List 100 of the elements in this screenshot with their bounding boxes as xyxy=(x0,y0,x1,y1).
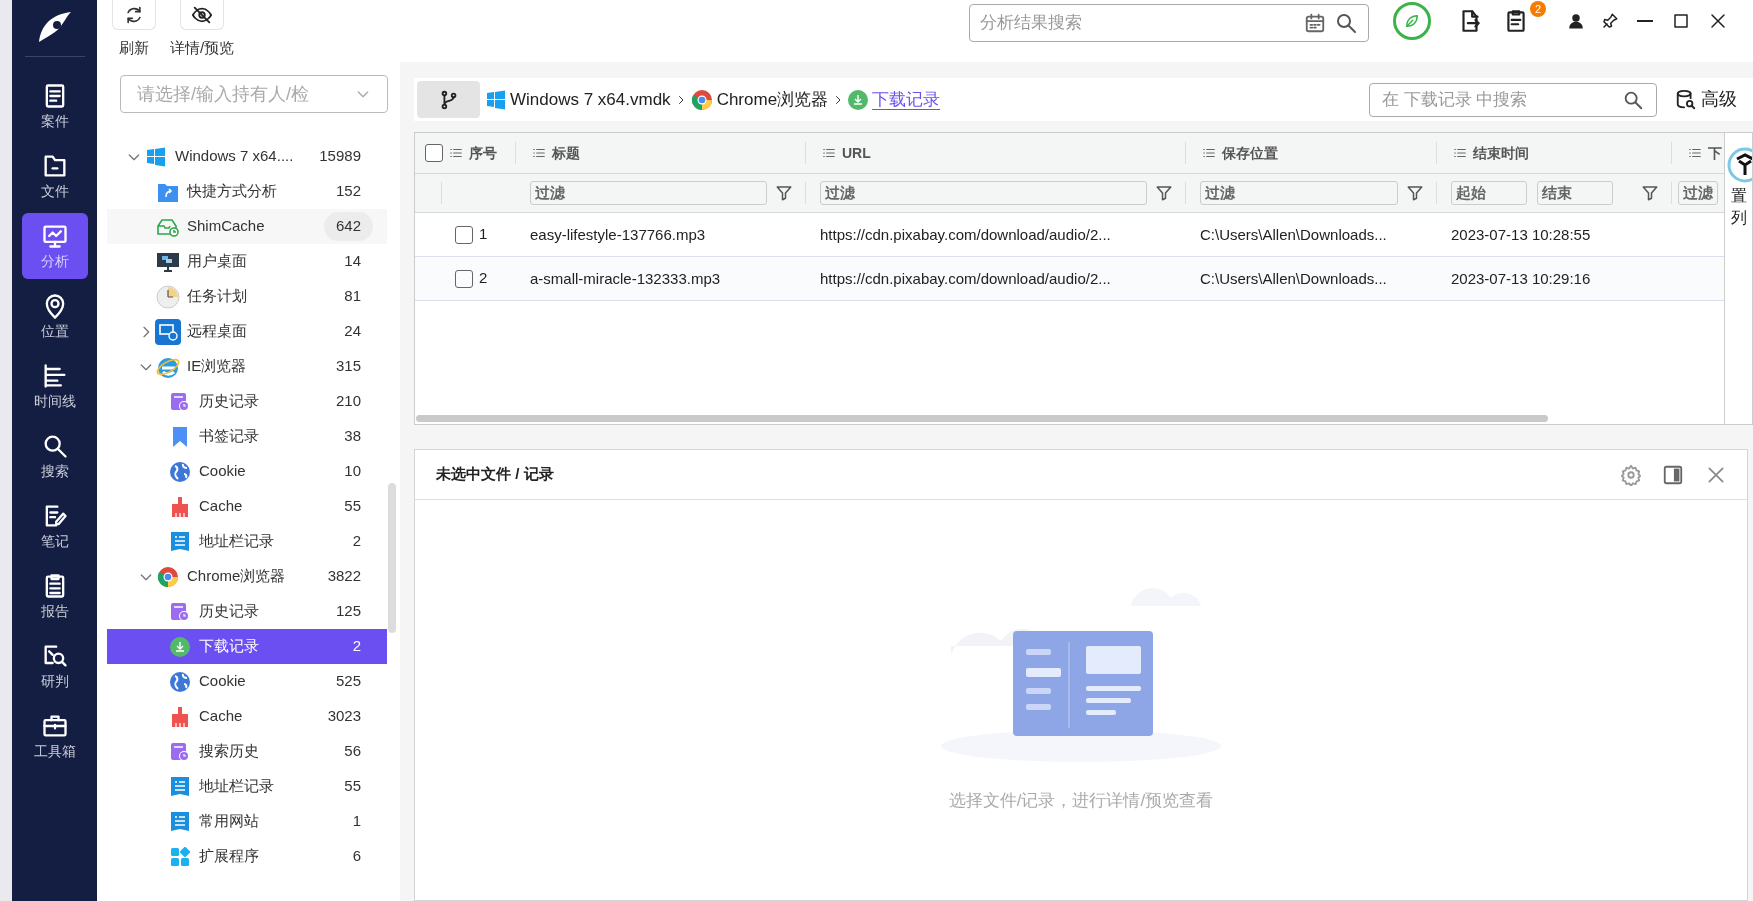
column-header[interactable]: 序号 xyxy=(449,142,497,164)
tree-item-count: 55 xyxy=(344,776,361,797)
tree-item[interactable]: Windows 7 x64.... 15989 xyxy=(107,139,387,174)
table-cell: 2023-07-13 10:28:55 xyxy=(1451,225,1591,243)
tree-item[interactable]: IE浏览器 315 xyxy=(107,349,387,384)
nav-item[interactable]: 文件 xyxy=(21,143,88,209)
filter-field[interactable]: 过滤 xyxy=(1678,181,1718,205)
select-all-checkbox[interactable] xyxy=(425,144,443,162)
nav-item[interactable]: 研判 xyxy=(21,633,88,699)
calendar-clock-icon xyxy=(170,601,190,622)
nav-item[interactable]: 笔记 xyxy=(21,493,88,559)
filter-field[interactable]: 起始 xyxy=(1451,181,1527,205)
list-icon xyxy=(1453,146,1467,160)
tree-item[interactable]: Cookie 10 xyxy=(107,454,387,489)
tree-item[interactable]: 快捷方式分析 152 xyxy=(107,174,387,209)
tree-item[interactable]: 任务计划 81 xyxy=(107,279,387,314)
column-header[interactable]: 标题 xyxy=(532,142,580,164)
tree-item[interactable]: ShimCache 642 xyxy=(107,209,387,244)
tree-item[interactable]: 搜索历史 56 xyxy=(107,734,387,769)
nav-item[interactable]: 位置 xyxy=(21,283,88,349)
leaf-button[interactable] xyxy=(1393,2,1431,40)
tree-item[interactable]: Cache 55 xyxy=(107,489,387,524)
horizontal-scrollbar[interactable] xyxy=(416,415,1548,422)
tree-item-count: 3023 xyxy=(327,706,361,727)
tree-item-label: 书签记录 xyxy=(199,426,259,447)
tree-item[interactable]: Cache 3023 xyxy=(107,699,387,734)
tree-item-count: 125 xyxy=(335,601,361,622)
nav-item[interactable]: 工具箱 xyxy=(21,703,88,769)
tree-item[interactable]: 历史记录 210 xyxy=(107,384,387,419)
download-icon xyxy=(170,636,190,657)
empty-state-text: 选择文件/记录，进行详情/预览查看 xyxy=(948,790,1214,812)
column-header[interactable]: 结束时间 xyxy=(1453,142,1529,164)
column-header[interactable]: 下 xyxy=(1688,142,1722,164)
table-row[interactable]: 2 a-small-miracle-132333.mp3 https://cdn.pixabay.com/download/audio/2... C:\Users\Allen\Downloads... 2023-07-13 10:29:16 xyxy=(415,257,1724,301)
tree-item[interactable]: 用户桌面 14 xyxy=(107,244,387,279)
globe-icon xyxy=(169,460,191,483)
breadcrumb-item[interactable]: Chrome浏览器 xyxy=(716,86,829,113)
broom-icon xyxy=(170,495,190,518)
minimize-icon xyxy=(1637,20,1653,22)
pin-button[interactable] xyxy=(1601,12,1619,30)
nav-item[interactable]: 时间线 xyxy=(21,353,88,419)
branch-button[interactable] xyxy=(417,81,480,118)
table-cell-text: 1 xyxy=(479,224,488,245)
clock-icon xyxy=(156,284,180,309)
tree-item-count: 10 xyxy=(344,461,361,482)
nav-item[interactable]: 分析 xyxy=(21,213,88,279)
column-settings-label[interactable]: 置列 xyxy=(1730,185,1747,229)
tree-item[interactable]: 扩展程序 6 xyxy=(107,839,387,874)
column-header[interactable]: 保存位置 xyxy=(1202,142,1278,164)
tree-item[interactable]: 远程桌面 24 xyxy=(107,314,387,349)
tree-item[interactable]: 地址栏记录 55 xyxy=(107,769,387,804)
tree-item[interactable]: Cookie 525 xyxy=(107,664,387,699)
settings-button[interactable] xyxy=(1620,463,1642,486)
filter-field[interactable]: 过滤 xyxy=(1200,181,1398,205)
tree-item[interactable]: 书签记录 38 xyxy=(107,419,387,454)
filter-field[interactable]: 结束 xyxy=(1537,181,1613,205)
panel-toggle-button[interactable] xyxy=(1662,463,1684,486)
tree-item-label: 地址栏记录 xyxy=(199,531,274,552)
breadcrumb-link[interactable]: 下载记录 xyxy=(872,86,941,113)
column-header[interactable]: URL xyxy=(822,142,871,164)
app-grid-icon xyxy=(170,846,190,867)
tree-item-count: 15989 xyxy=(319,146,361,167)
advanced-search-button[interactable]: 高级 xyxy=(1675,86,1737,113)
tree-item-label: Cache xyxy=(199,496,243,517)
breadcrumb-item[interactable]: Windows 7 x64.vmdk xyxy=(510,86,671,113)
tree-item-label: Cookie xyxy=(199,671,246,692)
toolbar-button[interactable]: 详情/预览 xyxy=(170,0,235,60)
close-panel-button[interactable] xyxy=(1706,464,1726,485)
row-checkbox[interactable] xyxy=(455,225,473,244)
tree-item-count: 525 xyxy=(335,671,361,692)
table-cell: https://cdn.pixabay.com/download/audio/2... xyxy=(820,225,1111,243)
nav-item[interactable]: 报告 xyxy=(21,563,88,629)
table-cell-text: 2 xyxy=(479,268,488,289)
tree-item[interactable]: 下载记录 2 xyxy=(107,629,387,664)
filter-field[interactable]: 过滤 xyxy=(820,181,1147,205)
list-icon xyxy=(1688,146,1702,160)
row-checkbox[interactable] xyxy=(455,269,473,288)
tree-item[interactable]: 历史记录 125 xyxy=(107,594,387,629)
nav-item[interactable]: 案件 xyxy=(21,73,88,139)
tree-item-count: 55 xyxy=(344,496,361,517)
tree-item[interactable]: 常用网站 1 xyxy=(107,804,387,839)
leaf-icon xyxy=(1403,12,1421,30)
tree-item-label: Cookie xyxy=(199,461,246,482)
list-icon xyxy=(822,146,836,160)
tree-item[interactable]: 地址栏记录 2 xyxy=(107,524,387,559)
calendar-icon xyxy=(1304,12,1326,34)
windows-logo-icon xyxy=(146,146,166,167)
maximize-button[interactable] xyxy=(1672,12,1690,30)
windows-logo-icon xyxy=(486,89,506,110)
vertical-scrollbar[interactable] xyxy=(388,483,396,633)
tree-item-label: 历史记录 xyxy=(199,391,259,412)
filter-field[interactable]: 过滤 xyxy=(530,181,767,205)
chrome-logo-icon xyxy=(690,88,713,111)
close-button[interactable] xyxy=(1709,12,1727,30)
tree-item-label: IE浏览器 xyxy=(187,356,247,377)
user-button[interactable] xyxy=(1567,12,1585,30)
tree-item-label: 任务计划 xyxy=(187,286,247,307)
tree-item[interactable]: Chrome浏览器 3822 xyxy=(107,559,387,594)
nav-item[interactable]: 搜索 xyxy=(21,423,88,489)
list-icon xyxy=(1202,146,1216,160)
